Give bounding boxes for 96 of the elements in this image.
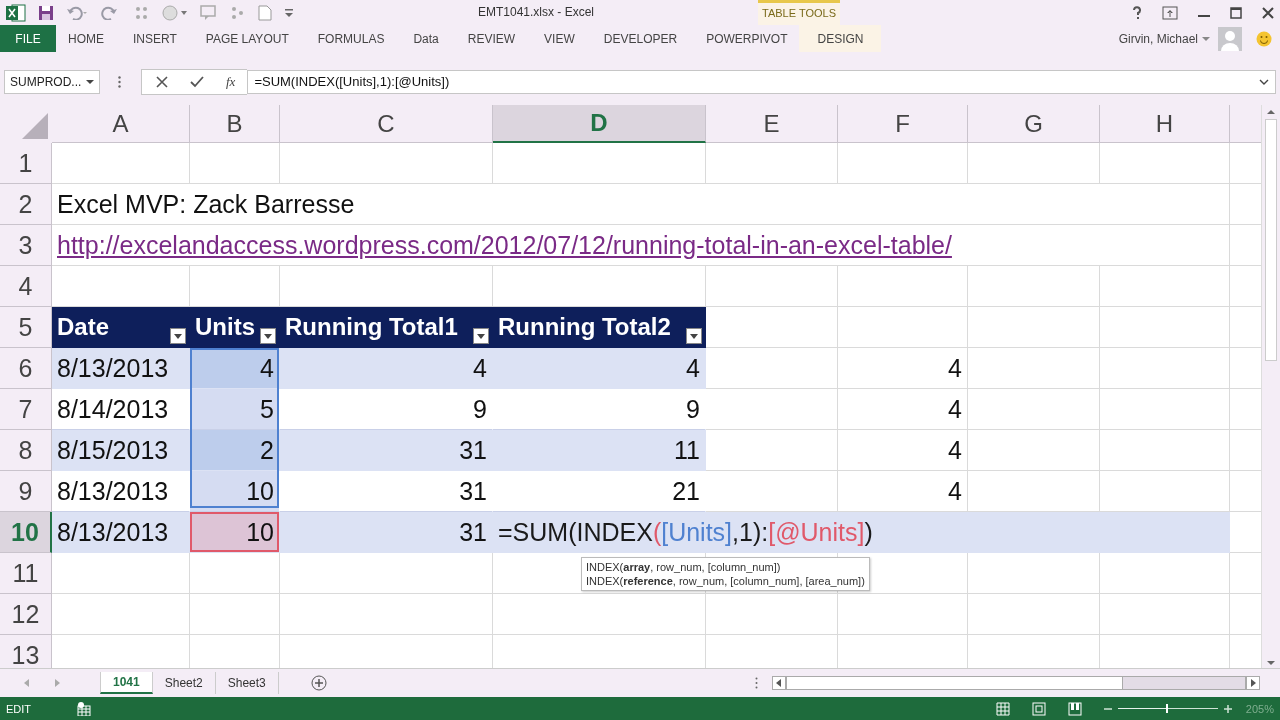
zoom-in-icon[interactable] (1223, 704, 1232, 713)
ribbon-tab[interactable]: FORMULAS (305, 25, 397, 52)
table-cell: 4 (838, 389, 968, 430)
customize-icon[interactable] (284, 7, 294, 18)
scroll-left-icon[interactable] (772, 676, 786, 690)
ribbon-tab[interactable]: VIEW (532, 25, 587, 52)
row-header[interactable]: 10 (0, 512, 52, 553)
ribbon-tab[interactable]: DEVELOPER (591, 25, 690, 52)
column-heading: Date (57, 313, 110, 341)
column-heading: Running Total2 (498, 313, 671, 341)
row-header[interactable]: 3 (0, 225, 52, 266)
table-cell: 8/13/2013 (52, 348, 190, 389)
column-heading: Running Total1 (285, 313, 458, 341)
table-cell: 31 (280, 430, 493, 471)
expand-icon[interactable] (1259, 78, 1269, 85)
row-header[interactable]: 7 (0, 389, 52, 430)
table-cell: 11 (493, 430, 706, 471)
ribbon-tab[interactable]: REVIEW (455, 25, 528, 52)
page-break-view-icon[interactable] (1067, 701, 1082, 716)
grip-icon[interactable] (118, 75, 121, 88)
column-header[interactable]: H (1100, 105, 1230, 143)
ribbon-tab[interactable]: FILE (0, 25, 56, 52)
row-header[interactable]: 11 (0, 553, 52, 594)
ribbon-tab[interactable]: PAGE LAYOUT (193, 25, 301, 52)
smiley-icon[interactable] (1256, 30, 1272, 47)
table-cell: 4 (838, 348, 968, 389)
table-cell: 4 (280, 348, 493, 389)
save-icon[interactable] (38, 4, 54, 21)
column-header[interactable]: F (838, 105, 968, 143)
filter-dropdown-icon[interactable] (473, 328, 489, 344)
table-cell: 4 (493, 348, 706, 389)
row-header[interactable]: 2 (0, 184, 52, 225)
column-header[interactable]: A (52, 105, 190, 143)
row-header[interactable]: 12 (0, 594, 52, 635)
scroll-up-icon[interactable] (1266, 107, 1276, 117)
filter-dropdown-icon[interactable] (686, 328, 702, 344)
ribbon-tab[interactable]: INSERT (121, 25, 189, 52)
filter-dropdown-icon[interactable] (170, 328, 186, 344)
column-header[interactable]: E (706, 105, 838, 143)
user-name[interactable]: Girvin, Michael (1118, 31, 1198, 46)
mode-indicator: EDIT (6, 702, 32, 715)
row-header[interactable]: 4 (0, 266, 52, 307)
row-header[interactable]: 9 (0, 471, 52, 512)
hyperlink[interactable]: http://excelandaccess.wordpress.com/2012/07/12/running-total-in-an-excel-table/ (52, 225, 1230, 266)
table-cell: 2 (190, 430, 280, 471)
filter-dropdown-icon[interactable] (260, 328, 276, 344)
sheet-tab[interactable]: 1041 (100, 672, 153, 694)
syntax-line: INDEX(reference, row_num, [column_num], [area_num]) (586, 574, 865, 588)
enter-icon[interactable] (190, 75, 204, 88)
caret-icon[interactable] (1202, 35, 1210, 42)
scroll-right-icon[interactable] (1246, 676, 1260, 690)
name-box[interactable]: SUMPROD... (4, 69, 100, 94)
maximize-icon[interactable] (1230, 6, 1242, 19)
column-heading: Units (195, 313, 255, 341)
row-header[interactable]: 1 (0, 143, 52, 184)
ribbon-tab[interactable]: HOME (56, 25, 116, 52)
macro-record-icon[interactable] (77, 701, 92, 716)
column-header[interactable]: D (493, 105, 706, 143)
row-header[interactable]: 8 (0, 430, 52, 471)
row-header[interactable]: 13 (0, 635, 52, 668)
table-cell: 5 (190, 389, 280, 430)
excel-logo-icon (6, 3, 26, 22)
split-grip-icon[interactable] (755, 677, 758, 689)
row-header[interactable]: 5 (0, 307, 52, 348)
circle-dropdown-icon[interactable] (162, 4, 188, 21)
table-cell: 10 (190, 471, 280, 512)
formula-field[interactable]: =SUM(INDEX([Units],1):[@Units]) (247, 69, 1276, 94)
column-header[interactable]: G (968, 105, 1100, 143)
insert-function-button[interactable]: fx (226, 73, 236, 90)
page-layout-view-icon[interactable] (1031, 701, 1046, 716)
table-cell: Excel MVP: Zack Barresse (52, 184, 1230, 225)
column-header[interactable]: C (280, 105, 493, 143)
row-header[interactable]: 6 (0, 348, 52, 389)
table-cell: 8/15/2013 (52, 430, 190, 471)
scrollbar-thumb[interactable] (787, 677, 1123, 689)
scrollbar-thumb[interactable] (1265, 119, 1277, 361)
sheet-tab[interactable]: Sheet3 (215, 672, 279, 694)
close-icon[interactable] (1262, 6, 1274, 19)
table-cell: 8/13/2013 (52, 512, 190, 553)
ribbon-tab[interactable]: POWERPIVOT (694, 25, 800, 52)
column-header[interactable]: B (190, 105, 280, 143)
context-tab-label: TABLE TOOLS (758, 0, 840, 25)
table-cell: 4 (838, 430, 968, 471)
sheet-tab[interactable]: Sheet2 (152, 672, 216, 694)
syntax-line: INDEX(array, row_num, [column_num]) (586, 560, 782, 574)
window-title: EMT1041.xlsx - Excel (478, 5, 595, 19)
table-cell: 10 (190, 512, 280, 553)
ribbon-tab[interactable]: Data (401, 25, 451, 52)
add-sheet-icon[interactable] (310, 675, 327, 691)
dropdown-icon[interactable] (86, 78, 94, 85)
table-cell: 31 (280, 512, 493, 553)
normal-view-icon[interactable] (995, 701, 1010, 716)
cancel-icon[interactable] (156, 75, 168, 88)
ribbon-tab[interactable]: DESIGN (799, 25, 882, 52)
ribbon-display-icon[interactable] (1162, 5, 1178, 20)
help-icon[interactable] (1132, 5, 1142, 20)
